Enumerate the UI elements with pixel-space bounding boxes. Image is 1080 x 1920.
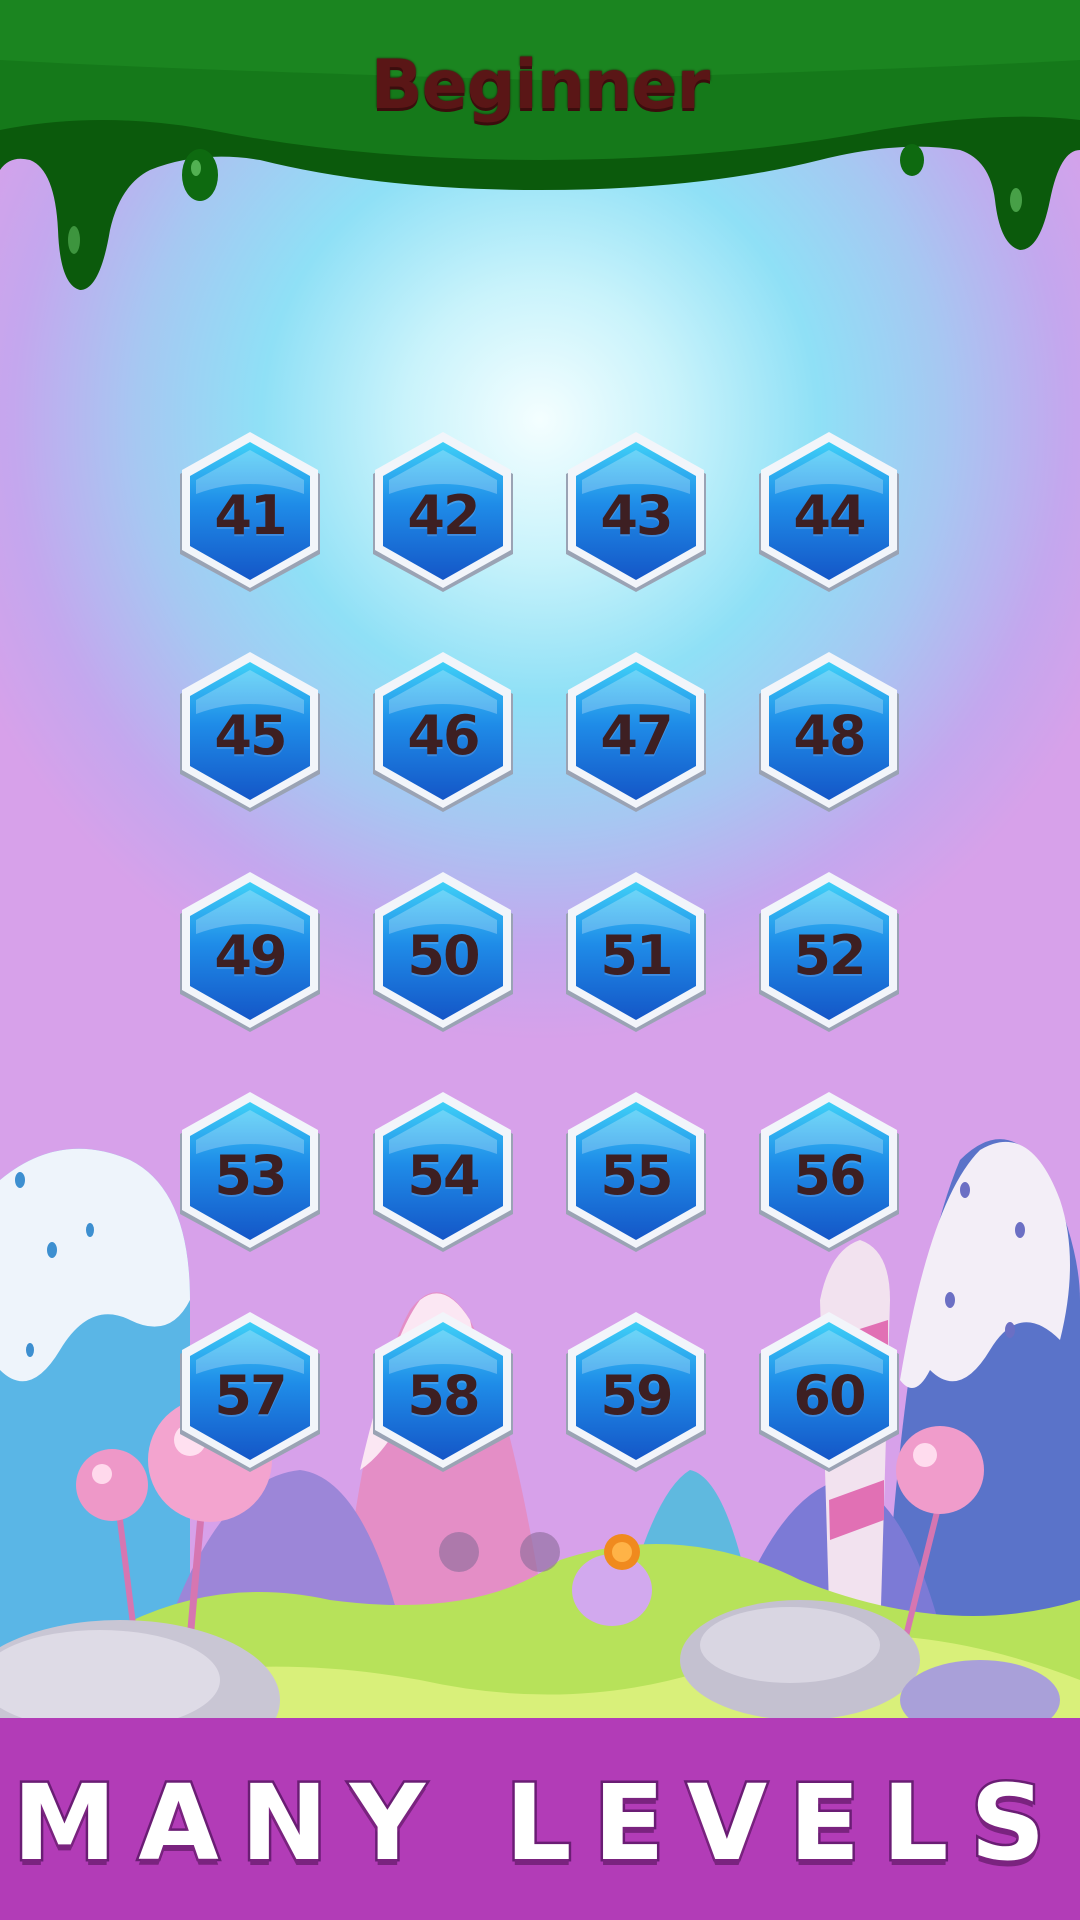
dot-icon[interactable]: [439, 1532, 479, 1572]
level-button[interactable]: 45: [172, 650, 328, 818]
dot-icon[interactable]: [520, 1532, 560, 1572]
level-number: 44: [793, 484, 866, 547]
footer-banner-text: MANY LEVELS: [10, 1760, 1068, 1887]
level-button[interactable]: 54: [365, 1090, 521, 1258]
level-button[interactable]: 41: [172, 430, 328, 598]
level-number: 43: [600, 484, 673, 547]
level-grid: 41 42 43 44 45 46 47 48 49 50 51 52 53 54 55 56 57 58 59 60: [0, 0, 1080, 1920]
level-button[interactable]: 51: [558, 870, 714, 1038]
level-button[interactable]: 52: [751, 870, 907, 1038]
level-number: 53: [214, 1144, 287, 1207]
level-number: 48: [793, 704, 866, 767]
level-button[interactable]: 48: [751, 650, 907, 818]
level-number: 58: [407, 1364, 480, 1427]
level-number: 60: [793, 1364, 866, 1427]
level-button[interactable]: 50: [365, 870, 521, 1038]
level-number: 54: [407, 1144, 480, 1207]
level-button[interactable]: 59: [558, 1310, 714, 1478]
level-button[interactable]: 44: [751, 430, 907, 598]
level-button[interactable]: 42: [365, 430, 521, 598]
level-button[interactable]: 58: [365, 1310, 521, 1478]
level-number: 52: [793, 924, 866, 987]
level-number: 55: [600, 1144, 673, 1207]
level-number: 59: [600, 1364, 673, 1427]
level-number: 45: [214, 704, 287, 767]
level-button[interactable]: 47: [558, 650, 714, 818]
level-button[interactable]: 56: [751, 1090, 907, 1258]
level-number: 56: [793, 1144, 866, 1207]
level-number: 49: [214, 924, 287, 987]
level-button[interactable]: 53: [172, 1090, 328, 1258]
level-button[interactable]: 43: [558, 430, 714, 598]
level-number: 50: [407, 924, 480, 987]
level-number: 51: [600, 924, 673, 987]
level-button[interactable]: 60: [751, 1310, 907, 1478]
level-button[interactable]: 57: [172, 1310, 328, 1478]
level-button[interactable]: 55: [558, 1090, 714, 1258]
level-button[interactable]: 46: [365, 650, 521, 818]
level-number: 47: [600, 704, 673, 767]
level-number: 46: [407, 704, 480, 767]
level-number: 57: [214, 1364, 287, 1427]
game-scene: Beginner 41 42 43 44 45 46 47 48 49 50 51 52 53 54 55 5…: [0, 0, 1080, 1920]
level-number: 41: [214, 484, 287, 547]
level-button[interactable]: 49: [172, 870, 328, 1038]
level-number: 42: [407, 484, 480, 547]
